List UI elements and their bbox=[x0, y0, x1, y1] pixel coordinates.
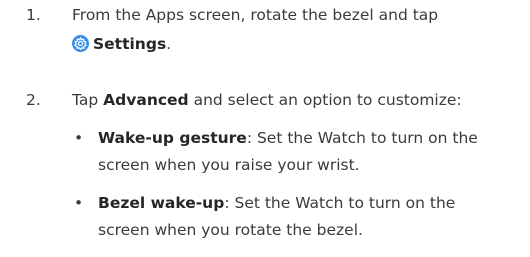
bullet-2-description: : Set the Watch to turn on the bbox=[224, 194, 456, 212]
settings-gear-icon bbox=[72, 34, 89, 52]
step-2-suffix: and select an option to customize: bbox=[188, 91, 462, 109]
step-1-number: 1. bbox=[26, 6, 41, 24]
bullet-2-dot: • bbox=[74, 194, 84, 212]
bullet-2-line1: Bezel wake-up: Set the Watch to turn on … bbox=[98, 190, 455, 217]
step-1-period: . bbox=[166, 35, 172, 53]
bullet-1-line1: Wake-up gesture: Set the Watch to turn o… bbox=[98, 125, 478, 152]
settings-label: Settings bbox=[93, 35, 167, 53]
step-2-prefix: Tap bbox=[72, 91, 104, 109]
step-2-number: 2. bbox=[26, 91, 41, 109]
bezel-wake-up-label: Bezel wake-up bbox=[98, 194, 225, 212]
wake-up-gesture-label: Wake-up gesture bbox=[98, 129, 247, 147]
bullet-1-description: : Set the Watch to turn on the bbox=[246, 129, 478, 147]
bullet-1-dot: • bbox=[74, 129, 84, 147]
advanced-label: Advanced bbox=[103, 91, 189, 109]
bullet-2-line2: screen when you rotate the bezel. bbox=[98, 221, 363, 239]
step-1-text-line1: From the Apps screen, rotate the bezel a… bbox=[72, 6, 439, 24]
step-1-text-line2: Settings. bbox=[72, 31, 171, 58]
step-2-text: Tap Advanced and select an option to cus… bbox=[72, 87, 462, 114]
bullet-1-line2: screen when you raise your wrist. bbox=[98, 156, 360, 174]
